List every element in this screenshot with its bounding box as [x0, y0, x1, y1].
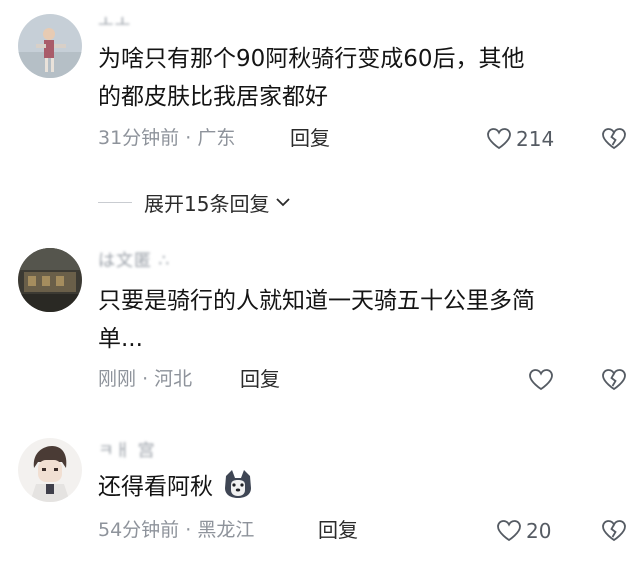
comment-time: 54分钟前 [98, 519, 180, 541]
comment-text-line: 单... [98, 326, 143, 352]
comment-meta: 刚刚 · 河北 [98, 365, 192, 393]
dislike-button[interactable] [600, 516, 628, 546]
like-button[interactable]: 214 [486, 124, 554, 154]
divider [98, 201, 132, 203]
comment-time: 31分钟前 [98, 127, 180, 149]
username[interactable]: ㅗㅗ [98, 12, 131, 34]
heart-icon [497, 520, 521, 542]
meta-separator: · [142, 368, 149, 390]
avatar[interactable] [18, 438, 82, 502]
username[interactable]: は文匿 ∴ [98, 250, 170, 272]
heart-icon [529, 369, 553, 391]
like-count: 214 [516, 127, 555, 151]
avatar-image [18, 438, 82, 502]
comment-text-line: 只要是骑行的人就知道一天骑五十公里多简 [98, 288, 535, 314]
avatar-image [18, 248, 82, 312]
avatar-image [18, 14, 82, 78]
heart-icon [487, 128, 511, 150]
avatar[interactable] [18, 248, 82, 312]
reply-button[interactable]: 回复 [240, 365, 280, 393]
comment-time: 刚刚 [98, 368, 137, 390]
comment-location: 河北 [154, 368, 193, 390]
dislike-button[interactable] [600, 124, 628, 154]
broken-heart-icon [602, 369, 626, 391]
comment-text-line: 还得看阿秋 [98, 474, 213, 500]
reply-button[interactable]: 回复 [318, 516, 358, 544]
comment-text-line: 为啥只有那个90阿秋骑行变成60后，其他 [98, 46, 525, 72]
comment-location: 黑龙江 [197, 519, 255, 541]
husky-face-icon [225, 470, 252, 498]
meta-separator: · [185, 127, 192, 149]
like-count: 20 [526, 519, 552, 543]
comment-meta: 54分钟前 · 黑龙江 [98, 516, 254, 544]
chevron-down-icon [276, 198, 291, 207]
like-button[interactable] [528, 365, 554, 395]
comment-meta: 31分钟前 · 广东 [98, 124, 235, 152]
username[interactable]: ㅋㅐ 宫 [98, 440, 156, 462]
comment-location: 广东 [197, 127, 236, 149]
comment-text-line: 的都皮肤比我居家都好 [98, 84, 328, 110]
expand-replies-label: 展开15条回复 [144, 191, 270, 216]
dislike-button[interactable] [600, 365, 628, 395]
reply-button[interactable]: 回复 [290, 124, 330, 152]
comment-text: 为啥只有那个90阿秋骑行变成60后，其他 的都皮肤比我居家都好 [98, 40, 618, 116]
expand-replies-button[interactable]: 展开15条回复 [98, 188, 291, 216]
comment-text: 只要是骑行的人就知道一天骑五十公里多简 单... [98, 282, 618, 358]
meta-separator: · [185, 519, 192, 541]
avatar[interactable] [18, 14, 82, 78]
broken-heart-icon [602, 520, 626, 542]
like-button[interactable]: 20 [496, 516, 551, 546]
comment-text: 还得看阿秋 [98, 468, 618, 506]
broken-heart-icon [602, 128, 626, 150]
